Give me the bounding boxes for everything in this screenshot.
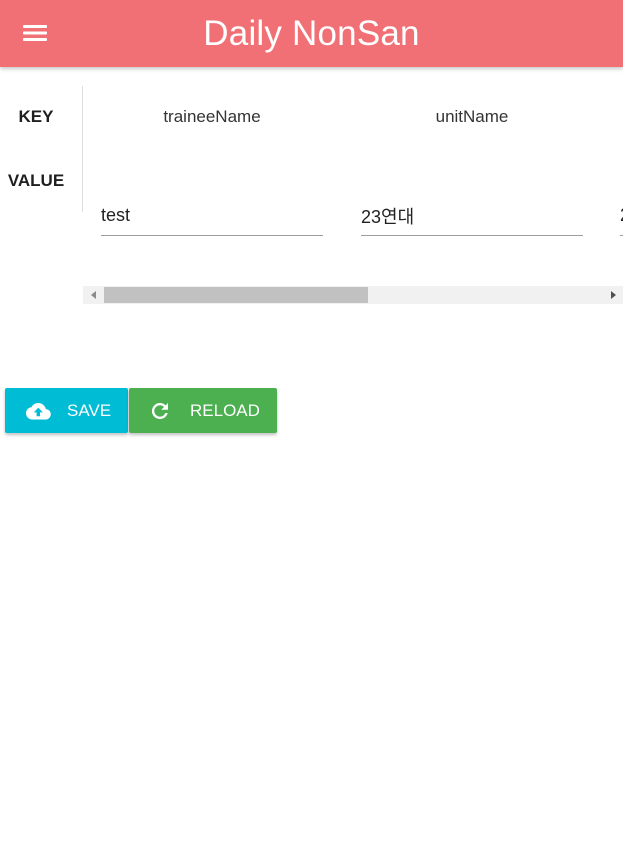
refresh-icon xyxy=(151,402,169,420)
unit-name-input[interactable] xyxy=(361,196,583,236)
column-key: unitName xyxy=(435,107,509,126)
scroll-right-button[interactable] xyxy=(605,286,623,304)
key-value-table: traineeName unitName xyxy=(83,86,623,286)
key-row-label: KEY xyxy=(18,107,54,126)
column-key: traineeName xyxy=(163,107,261,126)
arrow-left-icon xyxy=(91,286,97,304)
app-bar: Daily NonSan xyxy=(0,0,623,67)
cloud-upload-icon xyxy=(25,402,51,420)
value-row-label: VALUE xyxy=(7,171,65,190)
save-button-label: SAVE xyxy=(67,400,112,420)
save-button[interactable]: SAVE xyxy=(5,388,128,433)
scrollbar-thumb[interactable] xyxy=(104,287,368,303)
arrow-right-icon xyxy=(611,286,617,304)
app-title: Daily NonSan xyxy=(203,14,420,53)
reload-button-label: RELOAD xyxy=(190,400,260,420)
horizontal-scrollbar[interactable] xyxy=(83,286,623,304)
reload-button[interactable]: RELOAD xyxy=(129,388,277,433)
trainee-name-input[interactable] xyxy=(101,196,323,236)
scroll-left-button[interactable] xyxy=(85,286,103,304)
